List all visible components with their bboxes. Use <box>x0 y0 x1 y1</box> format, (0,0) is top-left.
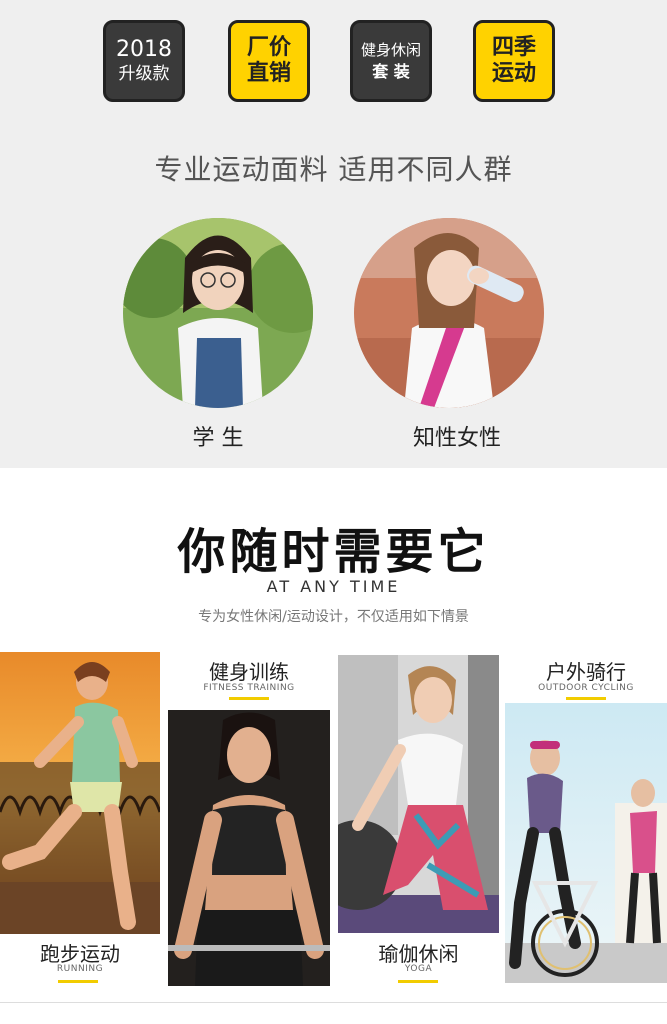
woman-photo <box>354 218 544 408</box>
scene-label-yoga: 瑜伽休闲 <box>378 942 459 966</box>
main-heading: 你随时需要它 <box>177 524 490 580</box>
woman-photo-image <box>354 218 544 408</box>
badge-line1: 健身休闲 <box>360 41 421 59</box>
cycling-photo-image <box>505 703 667 983</box>
running-photo-image <box>0 652 160 934</box>
people-label-student: 学 生 <box>192 426 244 451</box>
scene-label-fitness-en: FITNESS TRAINING <box>203 683 295 693</box>
scene-accent-bar <box>566 697 606 700</box>
cycling-photo <box>505 703 667 983</box>
scene-label-running: 跑步运动 <box>40 942 120 966</box>
badge-factory-direct: 厂价 直销 <box>228 20 310 102</box>
badge-four-seasons: 四季 运动 <box>473 20 555 102</box>
badge-line2: 升级款 <box>118 64 170 84</box>
student-photo-image <box>123 218 313 408</box>
section-subtitle: 专业运动面料 适用不同人群 <box>154 153 513 186</box>
top-section <box>0 0 667 468</box>
running-photo <box>0 652 160 934</box>
student-photo <box>123 218 313 408</box>
scene-label-cycling-en: OUTDOOR CYCLING <box>538 683 634 693</box>
people-label-woman: 知性女性 <box>412 426 501 451</box>
badge-line2: 直销 <box>246 61 291 86</box>
badge-line2: 运动 <box>491 61 536 86</box>
badge-fitness-set: 健身休闲 套 装 <box>350 20 432 102</box>
badge-line1: 2018 <box>116 37 172 62</box>
bottom-divider <box>0 1002 667 1003</box>
badge-line1: 四季 <box>491 35 536 60</box>
badge-line2: 套 装 <box>372 62 410 81</box>
heading-english: AT ANY TIME <box>266 577 401 596</box>
scene-accent-bar <box>229 697 269 700</box>
scene-label-fitness: 健身训练 <box>209 660 289 684</box>
scene-accent-bar <box>398 980 438 983</box>
scene-label-yoga-en: YOGA <box>404 964 433 974</box>
section-description: 专为女性休闲/运动设计，不仅适用如下情景 <box>198 609 469 625</box>
yoga-photo <box>338 655 499 933</box>
fitness-photo-image <box>168 710 330 986</box>
fitness-photo <box>168 710 330 986</box>
scene-accent-bar <box>58 980 98 983</box>
badge-line1: 厂价 <box>246 35 291 60</box>
scene-label-cycling: 户外骑行 <box>546 660 626 684</box>
badge-2018-upgrade: 2018 升级款 <box>103 20 185 102</box>
scene-label-running-en: RUNNING <box>56 964 104 974</box>
yoga-photo-image <box>338 655 499 933</box>
